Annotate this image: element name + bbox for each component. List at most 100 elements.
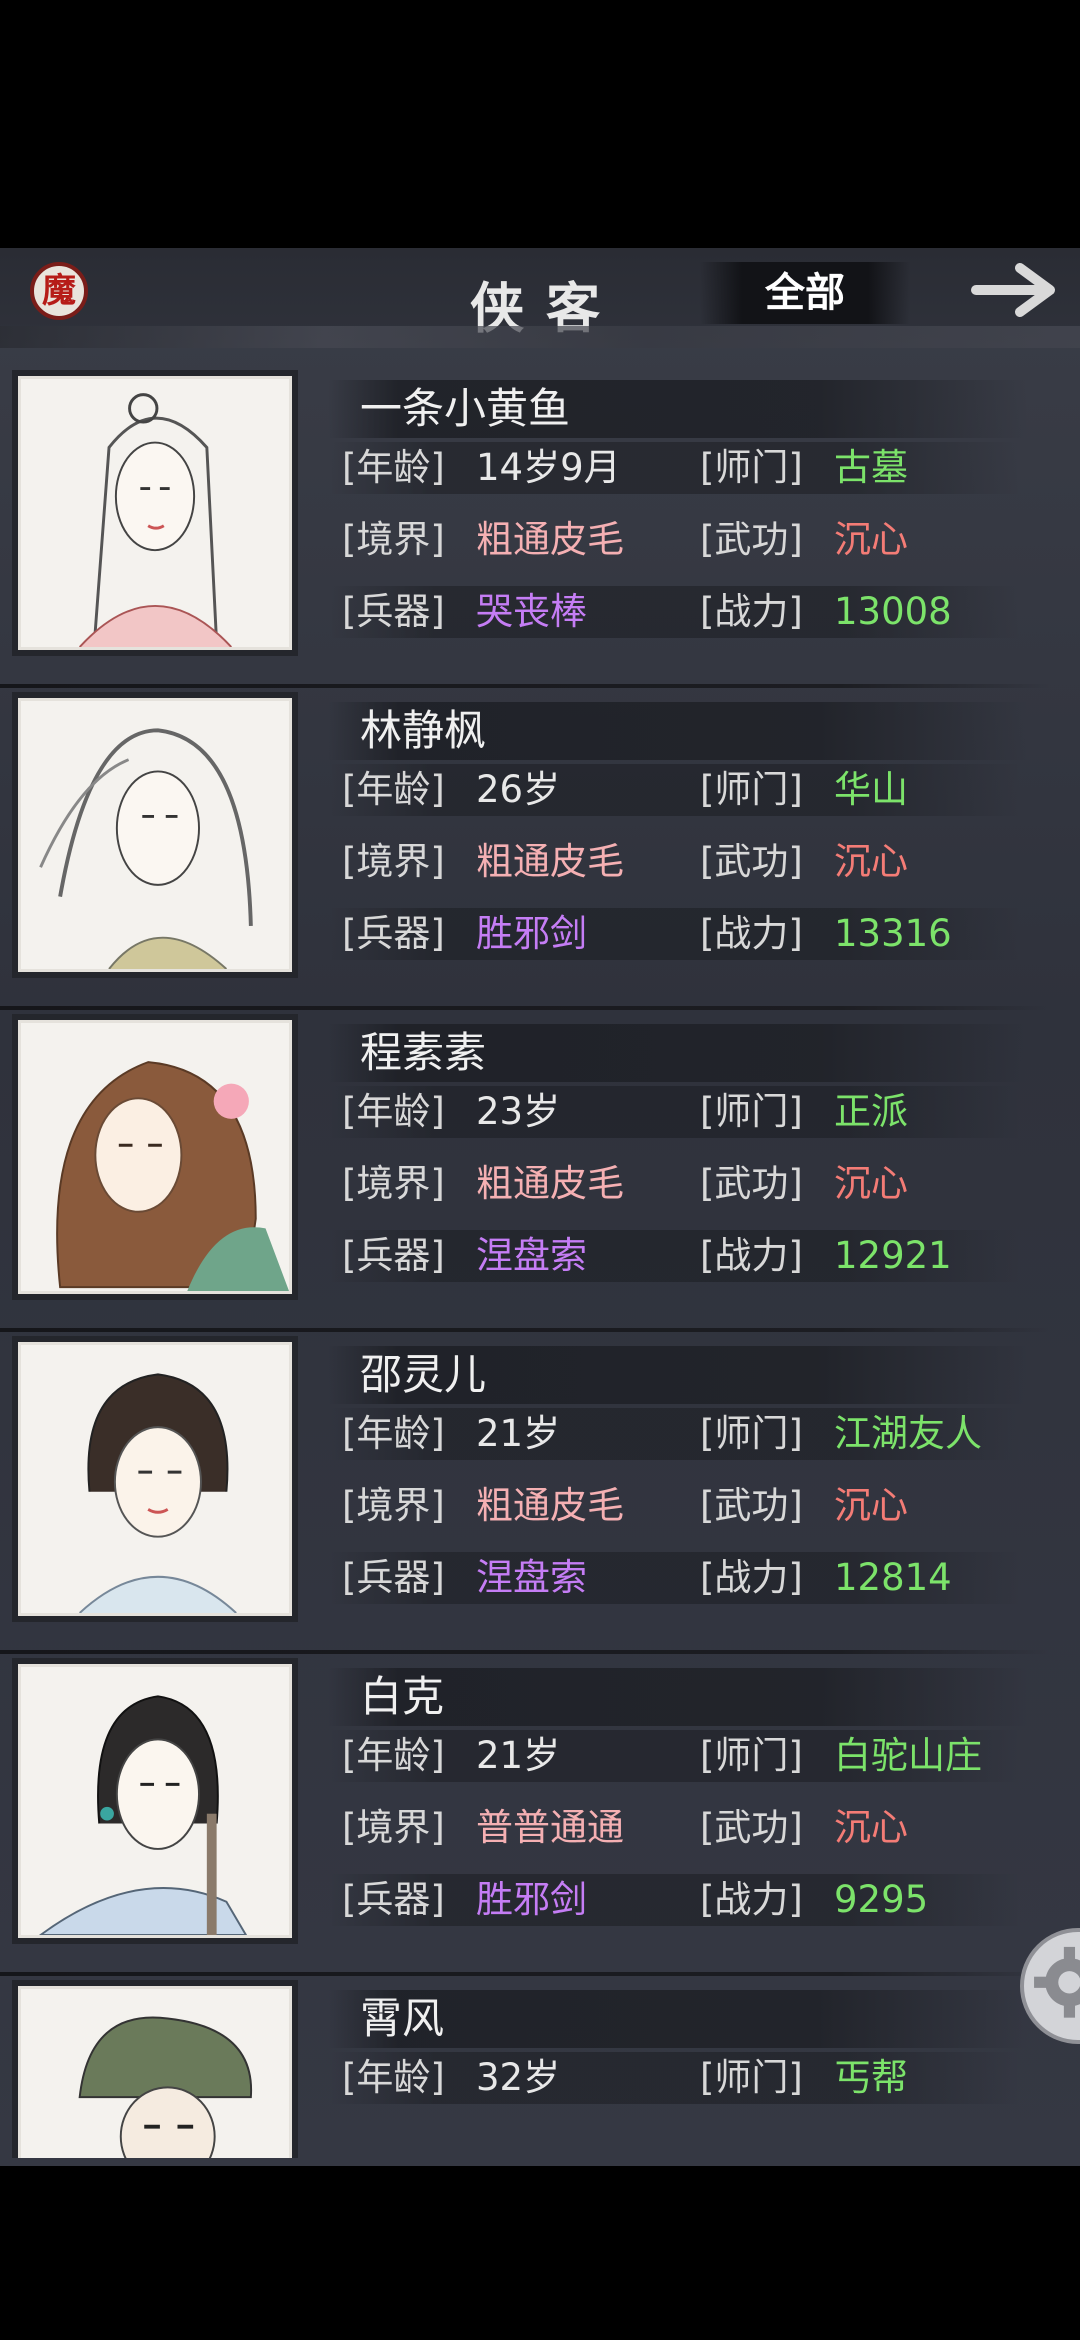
power-value: 13316 [834, 912, 952, 955]
gear-icon[interactable] [1020, 1928, 1080, 2044]
weapon-row: [兵器] 胜邪剑 [342, 1872, 587, 1928]
sect-value: 江湖友人 [834, 1412, 982, 1455]
power-row: [战力] 9295 [700, 1872, 928, 1928]
character-portrait [18, 1664, 292, 1938]
character-portrait [18, 698, 292, 972]
weapon-row: [兵器] 胜邪剑 [342, 906, 587, 962]
age-value: 21岁 [476, 1412, 561, 1455]
power-label: [战力] [700, 1878, 803, 1921]
age-row: [年龄] 23岁 [342, 1084, 560, 1140]
power-row: [战力] 12921 [700, 1228, 952, 1284]
realm-row: [境界] 粗通皮毛 [342, 834, 624, 890]
realm-label: [境界] [342, 518, 445, 561]
skill-label: [武功] [700, 1806, 803, 1849]
sect-row: [师门] 白驼山庄 [700, 1728, 982, 1784]
skill-row: [武功] 沉心 [700, 834, 908, 890]
sect-value: 华山 [834, 768, 908, 811]
age-row: [年龄] 14岁9月 [342, 440, 621, 496]
character-name: 林静枫 [360, 706, 487, 755]
sect-label: [师门] [700, 768, 803, 811]
power-value: 12814 [834, 1556, 952, 1599]
power-value: 13008 [834, 590, 952, 633]
system-nav-area [0, 2166, 1080, 2340]
character-name: 白克 [360, 1672, 445, 1721]
weapon-value: 涅盘索 [476, 1234, 587, 1277]
header-divider [0, 326, 1080, 348]
weapon-label: [兵器] [342, 1878, 445, 1921]
age-value: 23岁 [476, 1090, 561, 1133]
skill-value: 沉心 [834, 518, 908, 561]
skill-value: 沉心 [834, 1484, 908, 1527]
realm-value: 粗通皮毛 [476, 1162, 624, 1205]
power-row: [战力] 13008 [700, 584, 952, 640]
character-card[interactable]: 霄风 [年龄] 32岁 [师门] 丐帮 [0, 1976, 1060, 2158]
character-card[interactable]: 一条小黄鱼 [年龄] 14岁9月 [境界] 粗通皮毛 [兵器] 哭丧棒 [师门]… [0, 366, 1060, 688]
realm-row: [境界] 普普通通 [342, 1800, 624, 1856]
sect-label: [师门] [700, 2056, 803, 2099]
skill-row: [武功] 沉心 [700, 1478, 908, 1534]
arrow-right-icon[interactable] [970, 260, 1060, 320]
sect-row: [师门] 华山 [700, 762, 908, 818]
power-label: [战力] [700, 912, 803, 955]
character-name: 霄风 [360, 1994, 445, 2043]
realm-row: [境界] 粗通皮毛 [342, 1156, 624, 1212]
weapon-value: 哭丧棒 [476, 590, 587, 633]
character-card[interactable]: 程素素 [年龄] 23岁 [境界] 粗通皮毛 [兵器] 涅盘索 [师门] 正派 … [0, 1010, 1060, 1332]
weapon-row: [兵器] 涅盘索 [342, 1550, 587, 1606]
weapon-label: [兵器] [342, 590, 445, 633]
character-portrait [18, 376, 292, 650]
weapon-label: [兵器] [342, 1556, 445, 1599]
age-value: 32岁 [476, 2056, 561, 2099]
character-portrait [18, 1020, 292, 1294]
realm-label: [境界] [342, 1806, 445, 1849]
power-label: [战力] [700, 1234, 803, 1277]
sect-value: 正派 [834, 1090, 908, 1133]
realm-row: [境界] 粗通皮毛 [342, 512, 624, 568]
skill-row: [武功] 沉心 [700, 1156, 908, 1212]
weapon-value: 胜邪剑 [476, 1878, 587, 1921]
header-bar: 魔 侠客 全部 [0, 248, 1080, 348]
character-name: 邵灵儿 [360, 1350, 487, 1399]
age-row: [年龄] 21岁 [342, 1728, 560, 1784]
age-label: [年龄] [342, 768, 445, 811]
weapon-label: [兵器] [342, 912, 445, 955]
sect-value: 丐帮 [834, 2056, 908, 2099]
age-label: [年龄] [342, 446, 445, 489]
skill-value: 沉心 [834, 1806, 908, 1849]
age-row: [年龄] 32岁 [342, 2050, 560, 2106]
weapon-row: [兵器] 涅盘索 [342, 1228, 587, 1284]
power-label: [战力] [700, 1556, 803, 1599]
character-card[interactable]: 白克 [年龄] 21岁 [境界] 普普通通 [兵器] 胜邪剑 [师门] 白驼山庄… [0, 1654, 1060, 1976]
skill-label: [武功] [700, 1484, 803, 1527]
sect-label: [师门] [700, 446, 803, 489]
power-row: [战力] 12814 [700, 1550, 952, 1606]
age-label: [年龄] [342, 2056, 445, 2099]
realm-value: 粗通皮毛 [476, 518, 624, 561]
realm-label: [境界] [342, 840, 445, 883]
realm-value: 粗通皮毛 [476, 1484, 624, 1527]
skill-value: 沉心 [834, 840, 908, 883]
sect-value: 古墓 [834, 446, 908, 489]
filter-dropdown[interactable]: 全部 [700, 262, 910, 324]
character-name: 程素素 [360, 1028, 487, 1077]
power-value: 12921 [834, 1234, 952, 1277]
sect-label: [师门] [700, 1734, 803, 1777]
sect-row: [师门] 江湖友人 [700, 1406, 982, 1462]
realm-row: [境界] 粗通皮毛 [342, 1478, 624, 1534]
sect-row: [师门] 正派 [700, 1084, 908, 1140]
character-card[interactable]: 邵灵儿 [年龄] 21岁 [境界] 粗通皮毛 [兵器] 涅盘索 [师门] 江湖友… [0, 1332, 1060, 1654]
sect-value: 白驼山庄 [834, 1734, 982, 1777]
character-portrait [18, 1342, 292, 1616]
realm-label: [境界] [342, 1162, 445, 1205]
age-label: [年龄] [342, 1734, 445, 1777]
demon-badge-icon[interactable]: 魔 [30, 262, 88, 320]
sect-row: [师门] 古墓 [700, 440, 908, 496]
age-value: 26岁 [476, 768, 561, 811]
age-value: 21岁 [476, 1734, 561, 1777]
weapon-row: [兵器] 哭丧棒 [342, 584, 587, 640]
power-row: [战力] 13316 [700, 906, 952, 962]
realm-value: 粗通皮毛 [476, 840, 624, 883]
character-card[interactable]: 林静枫 [年龄] 26岁 [境界] 粗通皮毛 [兵器] 胜邪剑 [师门] 华山 … [0, 688, 1060, 1010]
character-portrait [18, 1986, 292, 2158]
character-list-screen: 魔 侠客 全部 一条小黄鱼 [年龄] 14岁9月 [境界] 粗通皮毛 [兵器] … [0, 248, 1080, 2166]
